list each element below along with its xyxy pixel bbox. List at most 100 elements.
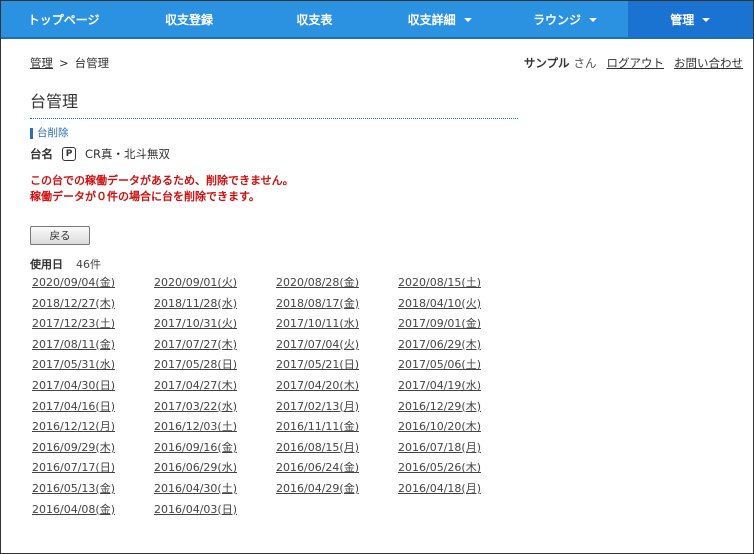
list-item: 2017/05/31(水) bbox=[32, 357, 154, 378]
usage-date-link[interactable]: 2017/04/30(日) bbox=[32, 379, 115, 392]
error-line-1: この台での稼働データがあるため、削除できません。 bbox=[30, 174, 294, 187]
list-item: 2016/12/03(土) bbox=[154, 419, 276, 440]
usage-date-link[interactable]: 2016/05/26(木) bbox=[398, 461, 481, 474]
breadcrumb-current: 台管理 bbox=[74, 56, 110, 70]
list-item: 2017/08/11(金) bbox=[32, 337, 154, 358]
list-item: 2016/09/29(木) bbox=[32, 440, 154, 461]
breadcrumb-link-admin[interactable]: 管理 bbox=[30, 55, 53, 71]
caret-down-icon bbox=[588, 17, 597, 22]
usage-date-link[interactable]: 2016/11/11(金) bbox=[276, 420, 359, 433]
usage-date-link[interactable]: 2016/04/30(土) bbox=[154, 482, 237, 495]
usage-date-link[interactable]: 2016/04/29(金) bbox=[276, 482, 359, 495]
nav-item-register[interactable]: 収支登録 bbox=[126, 1, 251, 37]
usage-date-link[interactable]: 2020/08/28(金) bbox=[276, 276, 359, 289]
usage-date-link[interactable]: 2017/10/11(水) bbox=[276, 317, 359, 330]
list-item: 2016/07/17(日) bbox=[32, 460, 154, 481]
pachinko-badge-icon: P bbox=[62, 147, 76, 161]
stand-row: 台名 P CR真・北斗無双 bbox=[30, 146, 170, 162]
usage-date-link[interactable]: 2016/12/03(土) bbox=[154, 420, 237, 433]
caret-down-icon bbox=[702, 17, 711, 22]
list-item: 2017/03/22(水) bbox=[154, 399, 276, 420]
list-item: 2018/08/17(金) bbox=[276, 296, 398, 317]
usage-date-link[interactable]: 2017/05/06(土) bbox=[398, 358, 481, 371]
nav-item-top[interactable]: トップページ bbox=[1, 1, 126, 37]
caret-down-icon bbox=[463, 17, 472, 22]
app-window: トップページ 収支登録 収支表 収支詳細 ラウンジ 管理 管理 > 台管理 サン… bbox=[0, 0, 754, 554]
list-item: 2017/09/01(金) bbox=[398, 316, 520, 337]
nav-item-admin[interactable]: 管理 bbox=[627, 1, 753, 37]
usage-date-link[interactable]: 2018/12/27(木) bbox=[32, 297, 115, 310]
usage-date-link[interactable]: 2016/04/03(日) bbox=[154, 503, 237, 516]
usage-date-link[interactable]: 2016/08/15(月) bbox=[276, 441, 359, 454]
usage-date-link[interactable]: 2017/07/04(火) bbox=[276, 338, 359, 351]
usage-date-link[interactable]: 2018/04/10(火) bbox=[398, 297, 481, 310]
list-item: 2017/05/28(日) bbox=[154, 357, 276, 378]
usage-date-link[interactable]: 2016/07/17(日) bbox=[32, 461, 115, 474]
usage-date-link[interactable]: 2017/04/20(木) bbox=[276, 379, 359, 392]
usage-date-link[interactable]: 2016/06/29(水) bbox=[154, 461, 237, 474]
list-item: 2016/10/20(木) bbox=[398, 419, 520, 440]
usage-date-link[interactable]: 2017/12/23(土) bbox=[32, 317, 115, 330]
usage-date-link[interactable]: 2016/07/18(月) bbox=[398, 441, 481, 454]
usage-date-link[interactable]: 2016/10/20(木) bbox=[398, 420, 481, 433]
list-item: 2016/11/11(金) bbox=[276, 419, 398, 440]
usage-date-link[interactable]: 2016/04/18(月) bbox=[398, 482, 481, 495]
usage-label: 使用日 bbox=[30, 258, 63, 271]
list-item: 2016/06/29(水) bbox=[154, 460, 276, 481]
page-title: 台管理 bbox=[30, 92, 79, 111]
usage-date-link[interactable]: 2020/09/01(火) bbox=[154, 276, 237, 289]
breadcrumb-separator: > bbox=[59, 56, 69, 70]
list-item: 2016/09/16(金) bbox=[154, 440, 276, 461]
stand-label: 台名 bbox=[30, 147, 53, 161]
usage-date-link[interactable]: 2017/04/16(日) bbox=[32, 400, 115, 413]
list-item: 2017/04/16(日) bbox=[32, 399, 154, 420]
error-line-2: 稼働データが０件の場合に台を削除できます。 bbox=[30, 190, 260, 203]
usage-date-link[interactable]: 2017/07/27(木) bbox=[154, 338, 237, 351]
usage-date-link[interactable]: 2020/09/04(金) bbox=[32, 276, 115, 289]
list-item: 2018/04/10(火) bbox=[398, 296, 520, 317]
usage-date-link[interactable]: 2016/12/29(木) bbox=[398, 400, 481, 413]
usage-date-link[interactable]: 2017/05/28(日) bbox=[154, 358, 237, 371]
usage-date-link[interactable]: 2017/06/29(木) bbox=[398, 338, 481, 351]
usage-date-link[interactable]: 2018/08/17(金) bbox=[276, 297, 359, 310]
usage-date-link[interactable]: 2020/08/15(土) bbox=[398, 276, 481, 289]
list-item: 2016/04/29(金) bbox=[276, 481, 398, 502]
list-item: 2017/02/13(月) bbox=[276, 399, 398, 420]
usage-date-link[interactable]: 2016/09/16(金) bbox=[154, 441, 237, 454]
contact-link[interactable]: お問い合わせ bbox=[674, 55, 743, 71]
list-item: 2017/12/23(土) bbox=[32, 316, 154, 337]
usage-date-link[interactable]: 2017/09/01(金) bbox=[398, 317, 481, 330]
list-item: 2018/11/28(水) bbox=[154, 296, 276, 317]
breadcrumb: 管理 > 台管理 bbox=[30, 55, 109, 71]
usage-date-link[interactable]: 2017/04/19(水) bbox=[398, 379, 481, 392]
list-item: 2018/12/27(木) bbox=[32, 296, 154, 317]
list-item: 2016/04/03(日) bbox=[154, 502, 276, 523]
usage-date-link[interactable]: 2017/03/22(水) bbox=[154, 400, 237, 413]
usage-date-link[interactable]: 2017/05/21(日) bbox=[276, 358, 359, 371]
usage-date-link[interactable]: 2017/02/13(月) bbox=[276, 400, 359, 413]
usage-date-link[interactable]: 2016/06/24(金) bbox=[276, 461, 359, 474]
usage-date-link[interactable]: 2016/05/13(金) bbox=[32, 482, 115, 495]
list-item: 2017/10/31(火) bbox=[154, 316, 276, 337]
usage-date-link[interactable]: 2016/04/08(金) bbox=[32, 503, 115, 516]
nav-item-table[interactable]: 収支表 bbox=[252, 1, 377, 37]
list-item: 2016/05/13(金) bbox=[32, 481, 154, 502]
usage-date-link[interactable]: 2017/05/31(水) bbox=[32, 358, 115, 371]
list-item: 2017/06/29(木) bbox=[398, 337, 520, 358]
list-item: 2016/06/24(金) bbox=[276, 460, 398, 481]
back-button[interactable]: 戻る bbox=[30, 226, 90, 245]
nav-item-detail[interactable]: 収支詳細 bbox=[377, 1, 502, 37]
usage-date-list: 2020/09/04(金) 2020/09/01(火) 2020/08/28(金) 2… bbox=[32, 275, 522, 522]
logout-link[interactable]: ログアウト bbox=[607, 55, 665, 71]
usage-date-link[interactable]: 2018/11/28(水) bbox=[154, 297, 237, 310]
usage-date-link[interactable]: 2016/12/12(月) bbox=[32, 420, 115, 433]
usage-date-link[interactable]: 2017/08/11(金) bbox=[32, 338, 115, 351]
usage-date-link[interactable]: 2017/10/31(火) bbox=[154, 317, 237, 330]
list-item: 2017/04/20(木) bbox=[276, 378, 398, 399]
usage-date-link[interactable]: 2016/09/29(木) bbox=[32, 441, 115, 454]
usage-date-link[interactable]: 2017/04/27(木) bbox=[154, 379, 237, 392]
list-item: 2020/09/01(火) bbox=[154, 275, 276, 296]
nav-item-lounge[interactable]: ラウンジ bbox=[502, 1, 627, 37]
list-item: 2016/04/08(金) bbox=[32, 502, 154, 523]
list-item: 2017/05/21(日) bbox=[276, 357, 398, 378]
